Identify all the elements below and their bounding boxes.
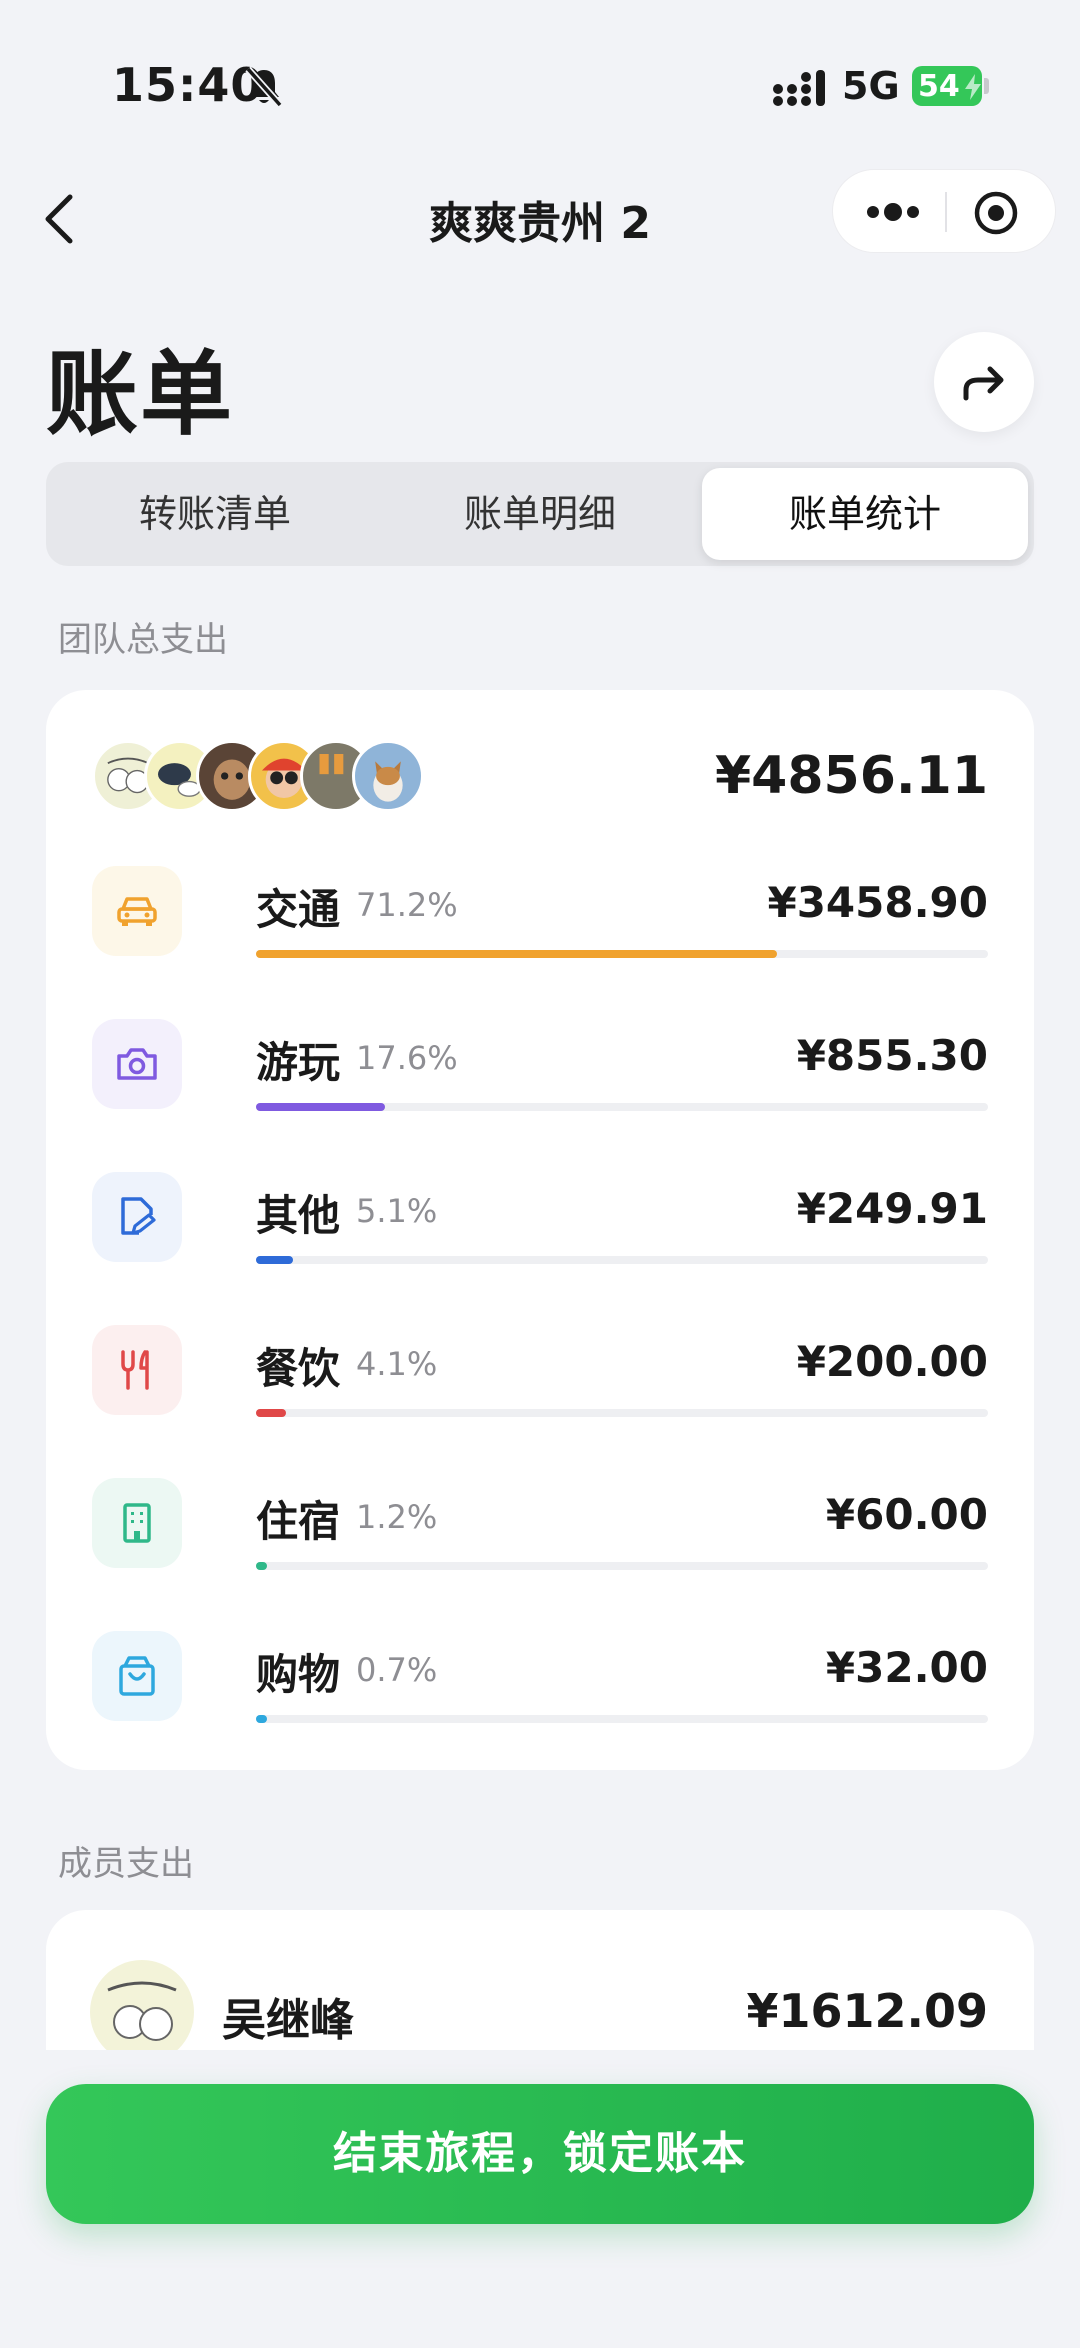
charging-bolt-icon [965,74,981,100]
car-icon [117,897,157,926]
battery-level: 54 [918,69,960,104]
battery-indicator: 54 [912,66,982,106]
category-percent: 17.6% [356,1039,458,1077]
share-arrow-icon [963,366,1004,401]
category-percent: 0.7% [356,1651,438,1689]
close-target-icon[interactable] [973,190,1019,236]
cartoon-avatar-icon [107,1981,177,2041]
category-name: 餐饮 [256,1344,341,1393]
nav-bar: 爽爽贵州 2 [0,165,1080,275]
category-icon-box [92,1325,182,1415]
category-percent: 5.1% [356,1192,438,1230]
building-icon [123,1503,151,1543]
team-spending-label: 团队总支出 [58,620,228,660]
category-progress-track [256,1409,988,1417]
member-amount: ¥1612.09 [746,1984,988,2038]
battery-cap [984,78,989,94]
avatar [352,740,424,812]
status-time: 15:40 [112,58,264,112]
page-title: 账单 [46,341,235,448]
tab-transfer-list[interactable]: 转账清单 [52,468,378,560]
miniprogram-capsule [832,169,1056,253]
member-name: 吴继峰 [222,1995,354,2046]
bill-tabs: 转账清单 账单明细 账单统计 [46,462,1034,566]
category-amount: ¥3458.90 [767,878,988,927]
team-spending-card: ¥4856.11 交通 71.2% ¥3458.90 游玩 17.6% ¥855… [46,690,1034,1770]
category-icon-box [92,1172,182,1262]
team-total-amount: ¥4856.11 [714,746,988,806]
category-percent: 71.2% [356,886,458,924]
category-row-transport[interactable]: 交通 71.2% ¥3458.90 [92,866,988,976]
category-progress-fill [256,1103,385,1111]
category-icon-box [92,1631,182,1721]
category-name: 住宿 [256,1497,341,1546]
category-row-dining[interactable]: 餐饮 4.1% ¥200.00 [92,1325,988,1435]
status-bar: 15:40 5G 54 [0,0,1080,170]
category-amount: ¥60.00 [825,1490,988,1539]
camera-icon [117,1048,157,1080]
category-progress-fill [256,1562,267,1570]
edit-doc-icon [121,1197,156,1235]
share-button[interactable] [934,332,1034,432]
capsule-divider [945,192,947,232]
category-icon-box [92,1019,182,1109]
category-amount: ¥32.00 [825,1643,988,1692]
shopping-bag-icon [119,1656,155,1696]
category-amount: ¥855.30 [796,1031,988,1080]
cat-avatar-icon [373,761,403,802]
more-icon[interactable] [861,194,925,230]
category-progress-track [256,950,988,958]
signal-icon [773,70,825,106]
category-progress-track [256,1103,988,1111]
category-name: 游玩 [256,1038,341,1087]
category-progress-fill [256,1409,286,1417]
category-name: 购物 [256,1650,341,1699]
member-avatar[interactable] [90,1960,194,2064]
category-name: 交通 [256,885,341,934]
category-row-sightseeing[interactable]: 游玩 17.6% ¥855.30 [92,1019,988,1129]
category-row-lodging[interactable]: 住宿 1.2% ¥60.00 [92,1478,988,1588]
fork-knife-icon [121,1350,149,1390]
category-progress-track [256,1715,988,1723]
network-label: 5G [842,64,900,108]
category-progress-track [256,1562,988,1570]
category-progress-fill [256,1715,267,1723]
category-progress-track [256,1256,988,1264]
category-icon-box [92,866,182,956]
category-name: 其他 [256,1191,341,1240]
category-progress-fill [256,1256,294,1264]
category-row-shopping[interactable]: 购物 0.7% ¥32.00 [92,1631,988,1741]
end-trip-button[interactable]: 结束旅程，锁定账本 [46,2084,1034,2224]
category-amount: ¥249.91 [796,1184,988,1233]
tab-bill-details[interactable]: 账单明细 [377,468,703,560]
category-row-other[interactable]: 其他 5.1% ¥249.91 [92,1172,988,1282]
tab-bill-statistics[interactable]: 账单统计 [702,468,1028,560]
category-icon-box [92,1478,182,1568]
member-spending-label: 成员支出 [58,1844,194,1884]
category-percent: 1.2% [356,1498,438,1536]
bell-off-icon [245,66,283,108]
category-percent: 4.1% [356,1345,438,1383]
category-amount: ¥200.00 [796,1337,988,1386]
member-avatars[interactable] [92,740,512,812]
category-progress-fill [256,950,778,958]
